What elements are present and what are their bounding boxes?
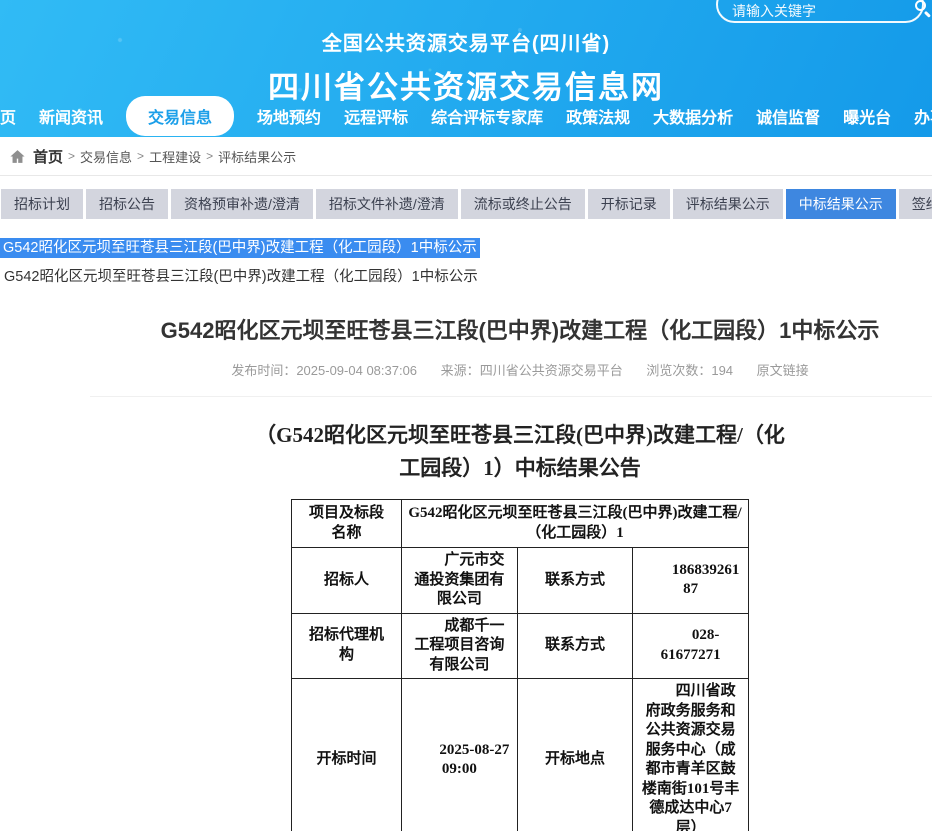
result-link-selected[interactable]: G542昭化区元坝至旺苍县三江段(巴中界)改建工程（化工园段）1中标公示 <box>0 236 480 257</box>
breadcrumb-eval-results[interactable]: 评标结果公示 <box>218 147 296 166</box>
home-icon <box>9 148 26 165</box>
publish-time: 发布时间：2025-09-04 08:37:06 <box>231 363 417 378</box>
article-title: G542昭化区元坝至旺苍县三江段(巴中界)改建工程（化工园段）1中标公示 <box>0 313 932 345</box>
nav-item-trade-info[interactable]: 交易信息 <box>126 96 234 136</box>
cell-contact-label: 联系方式 <box>517 548 633 614</box>
table-row: 项目及标段名称 G542昭化区元坝至旺苍县三江段(巴中界)改建工程/（化工园段）… <box>292 500 749 548</box>
cell-agency-contact-label: 联系方式 <box>517 613 633 679</box>
tab-contract-performance[interactable]: 签约履行 <box>899 189 932 219</box>
table-row: 招标人 广元市交通投资集团有限公司 联系方式 18683926187 <box>292 548 749 614</box>
cell-agency-contact-value: 028-61677271 <box>633 613 749 679</box>
breadcrumb-trade-info[interactable]: 交易信息 <box>80 147 132 166</box>
search-box[interactable] <box>716 0 924 23</box>
article: G542昭化区元坝至旺苍县三江段(巴中界)改建工程（化工园段）1中标公示 发布时… <box>0 313 932 831</box>
nav-item-exposure[interactable]: 曝光台 <box>843 104 891 128</box>
tab-bid-doc-addendum[interactable]: 招标文件补遗/澄清 <box>316 189 458 219</box>
nav-item-expert-pool[interactable]: 综合评标专家库 <box>431 104 543 128</box>
nav-item-services[interactable]: 办事服务 <box>914 104 932 128</box>
tab-bid-plan[interactable]: 招标计划 <box>1 189 83 219</box>
cell-opening-place-value: 四川省政府政务服务和公共资源交易服务中心（成都市青羊区鼓楼南街101号丰德成达中… <box>633 679 749 831</box>
cell-agency-label: 招标代理机构 <box>292 613 402 679</box>
cell-agency-value: 成都千一工程项目咨询有限公司 <box>402 613 518 679</box>
nav-item-integrity[interactable]: 诚信监督 <box>756 104 820 128</box>
tab-failed-or-terminated[interactable]: 流标或终止公告 <box>461 189 585 219</box>
nav-item-venue-booking[interactable]: 场地预约 <box>257 104 321 128</box>
tab-prequal-addendum[interactable]: 资格预审补遗/澄清 <box>171 189 313 219</box>
main-nav: 首页 新闻资讯 交易信息 场地预约 远程评标 综合评标专家库 政策法规 大数据分… <box>0 95 932 137</box>
tab-bid-announcement[interactable]: 招标公告 <box>86 189 168 219</box>
cell-contact-value: 18683926187 <box>633 548 749 614</box>
result-link[interactable]: G542昭化区元坝至旺苍县三江段(巴中界)改建工程（化工园段）1中标公示 <box>0 265 932 286</box>
document: （G542昭化区元坝至旺苍县三江段(巴中界)改建工程/（化工园段）1）中标结果公… <box>0 419 932 831</box>
breadcrumb-separator: > <box>206 149 213 163</box>
cell-tenderer-label: 招标人 <box>292 548 402 614</box>
site-subtitle: 全国公共资源交易平台(四川省) <box>0 27 932 56</box>
breadcrumb-separator: > <box>137 149 144 163</box>
article-meta: 发布时间：2025-09-04 08:37:06 来源：四川省公共资源交易平台 … <box>0 360 932 379</box>
search-icon[interactable] <box>913 0 932 20</box>
breadcrumb: 首页 > 交易信息 > 工程建设 > 评标结果公示 <box>0 137 932 176</box>
cell-opening-time-value: 2025-08-27 09:00 <box>402 679 518 831</box>
award-result-table: 项目及标段名称 G542昭化区元坝至旺苍县三江段(巴中界)改建工程/（化工园段）… <box>291 499 749 831</box>
breadcrumb-home[interactable]: 首页 <box>33 146 63 167</box>
nav-item-remote-evaluation[interactable]: 远程评标 <box>344 104 408 128</box>
search-input[interactable] <box>732 0 913 19</box>
table-row: 招标代理机构 成都千一工程项目咨询有限公司 联系方式 028-61677271 <box>292 613 749 679</box>
site-header: 全国公共资源交易平台(四川省) 四川省公共资源交易信息网 首页 新闻资讯 交易信… <box>0 0 932 137</box>
divider <box>90 396 932 397</box>
tab-bar: 招标计划 招标公告 资格预审补遗/澄清 招标文件补遗/澄清 流标或终止公告 开标… <box>1 189 932 219</box>
view-count: 浏览次数：194 <box>646 363 733 378</box>
cell-tenderer-value: 广元市交通投资集团有限公司 <box>402 548 518 614</box>
nav-item-news[interactable]: 新闻资讯 <box>39 104 103 128</box>
nav-item-policies[interactable]: 政策法规 <box>566 104 630 128</box>
cell-opening-time-label: 开标时间 <box>292 679 402 831</box>
tab-award-results[interactable]: 中标结果公示 <box>786 189 896 219</box>
page: 全国公共资源交易平台(四川省) 四川省公共资源交易信息网 首页 新闻资讯 交易信… <box>0 0 932 831</box>
document-title: （G542昭化区元坝至旺苍县三江段(巴中界)改建工程/（化工园段）1）中标结果公… <box>248 419 793 484</box>
source: 来源：四川省公共资源交易平台 <box>441 363 623 378</box>
nav-item-big-data[interactable]: 大数据分析 <box>653 104 733 128</box>
cell-project-value: G542昭化区元坝至旺苍县三江段(巴中界)改建工程/（化工园段）1 <box>402 500 749 548</box>
tab-evaluation-results[interactable]: 评标结果公示 <box>673 189 783 219</box>
cell-project-label: 项目及标段名称 <box>292 500 402 548</box>
breadcrumb-separator: > <box>68 149 75 163</box>
tab-bid-opening-record[interactable]: 开标记录 <box>588 189 670 219</box>
result-list: G542昭化区元坝至旺苍县三江段(巴中界)改建工程（化工园段）1中标公示 G54… <box>0 236 932 286</box>
breadcrumb-engineering[interactable]: 工程建设 <box>149 147 201 166</box>
cell-opening-place-label: 开标地点 <box>517 679 633 831</box>
nav-item-home[interactable]: 首页 <box>0 104 16 128</box>
original-link[interactable]: 原文链接 <box>757 363 809 378</box>
table-row: 开标时间 2025-08-27 09:00 开标地点 四川省政府政务服务和公共资… <box>292 679 749 831</box>
